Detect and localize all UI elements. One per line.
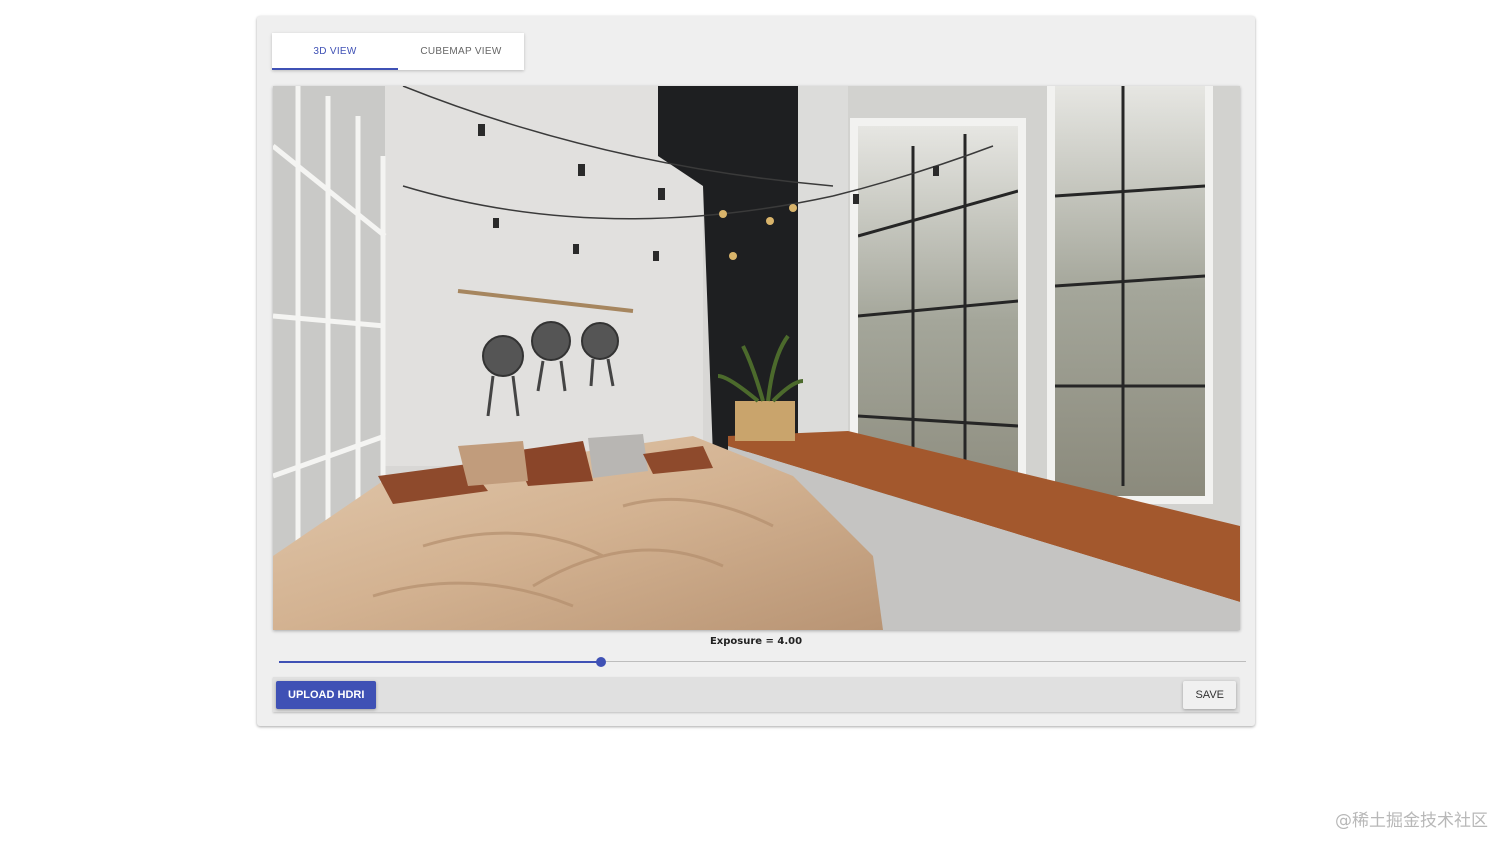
- exposure-label: Exposure = 4.00: [709, 636, 803, 647]
- hdri-editor-card: 3D VIEW CUBEMAP VIEW Exposure = 4.00 UPL…: [257, 16, 1255, 726]
- upload-hdri-button[interactable]: UPLOAD HDRI: [276, 681, 377, 709]
- watermark: @稀土掘金技术社区: [1335, 811, 1488, 831]
- tab-3d-view[interactable]: 3D VIEW: [272, 33, 398, 70]
- tab-cubemap-view[interactable]: CUBEMAP VIEW: [398, 33, 524, 70]
- panorama-image: [273, 86, 1240, 630]
- view-tabs: 3D VIEW CUBEMAP VIEW: [272, 33, 524, 70]
- slider-fill: [279, 661, 601, 663]
- slider-thumb[interactable]: [596, 657, 606, 667]
- exposure-slider[interactable]: [279, 656, 1246, 668]
- panorama-viewer[interactable]: [273, 86, 1240, 630]
- action-toolbar: UPLOAD HDRI SAVE: [273, 677, 1239, 712]
- save-button[interactable]: SAVE: [1183, 681, 1236, 709]
